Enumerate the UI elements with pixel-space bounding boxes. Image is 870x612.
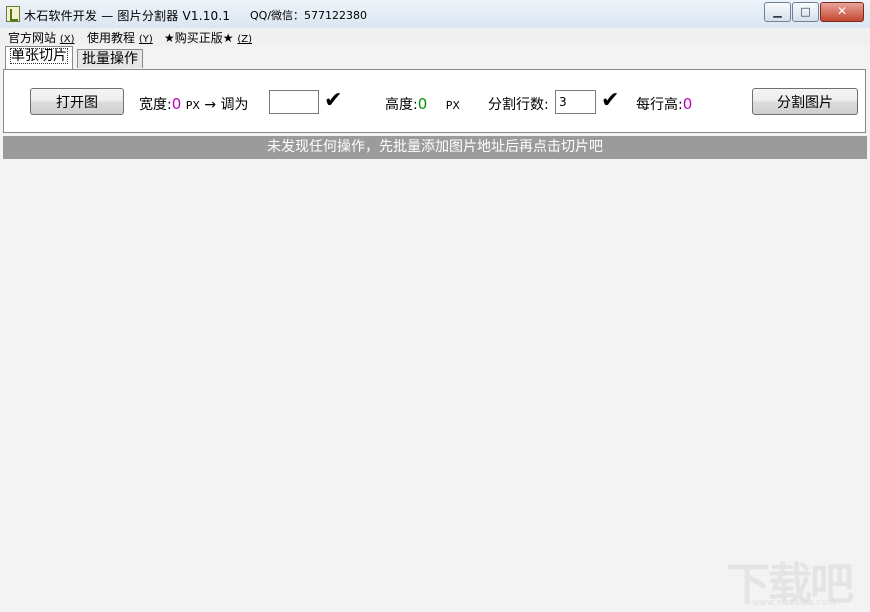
tab-batch[interactable]: 批量操作 (77, 49, 143, 68)
minimize-icon: ▁ (773, 5, 782, 18)
watermark-url: www.xiazaiba.com (752, 598, 836, 608)
row-height-value: 0 (682, 95, 693, 113)
open-image-button[interactable]: 打开图 (30, 88, 124, 115)
preview-area (3, 159, 867, 609)
menu-tutorial-hotkey: (Y) (138, 34, 153, 45)
tab-single-slice-label: 单张切片 (10, 48, 68, 64)
window-controls: ▁ □ ✕ (763, 2, 864, 22)
menu-buy[interactable]: ★购买正版★ (Z) (164, 29, 252, 46)
adjust-width-input[interactable] (269, 90, 319, 114)
toolbar-panel: 打开图 宽度:0 PX → 调为 ✔ 高度:0 PX 分割行数: ✔ 每行高:0… (3, 69, 866, 133)
confirm-rows-icon[interactable]: ✔ (601, 90, 619, 112)
row-height-group: 每行高:0 (636, 94, 692, 114)
title-bar: 木石软件开发 — 图片分割器 V1.10.1 QQ/微信：577122380 ▁… (0, 0, 870, 29)
height-value: 0 (417, 95, 428, 113)
tab-single-slice[interactable]: 单张切片 (5, 46, 73, 69)
height-label-group: 高度:0 PX (385, 94, 460, 114)
width-label-group: 宽度:0 PX → 调为 (139, 94, 249, 114)
window-title: 木石软件开发 — 图片分割器 V1.10.1 (24, 9, 231, 23)
app-icon[interactable] (6, 6, 20, 22)
minimize-button[interactable]: ▁ (764, 2, 791, 22)
tab-batch-label: 批量操作 (82, 51, 138, 67)
menu-tutorial[interactable]: 使用教程 (Y) (87, 29, 153, 46)
maximize-icon: □ (800, 5, 811, 18)
width-label: 宽度: (139, 97, 172, 113)
rows-input[interactable] (555, 90, 596, 114)
row-height-label: 每行高: (636, 97, 683, 113)
menu-tutorial-label: 使用教程 (87, 31, 136, 45)
menu-official-site-label: 官方网站 (8, 31, 57, 45)
maximize-button[interactable]: □ (792, 2, 819, 22)
rows-label: 分割行数: (488, 97, 549, 113)
width-value: 0 (171, 95, 182, 113)
adjust-label: → 调为 (204, 97, 249, 113)
menu-buy-label: ★购买正版★ (164, 31, 234, 45)
height-unit: PX (445, 99, 460, 112)
split-image-button[interactable]: 分割图片 (752, 88, 858, 115)
menu-buy-hotkey: (Z) (237, 34, 253, 45)
close-icon: ✕ (836, 4, 848, 18)
status-bar: 未发现任何操作，先批量添加图片地址后再点击切片吧 (3, 136, 867, 159)
menu-official-site-hotkey: (X) (59, 34, 75, 45)
watermark-logo: 下载吧 www.xiazaiba.com (726, 548, 866, 610)
height-label: 高度: (385, 97, 418, 113)
app-window: 木石软件开发 — 图片分割器 V1.10.1 QQ/微信：577122380 ▁… (0, 0, 870, 612)
tab-strip: 单张切片 批量操作 (0, 46, 870, 70)
menu-official-site[interactable]: 官方网站 (X) (8, 29, 75, 46)
width-unit: PX (185, 99, 200, 112)
contact-info: QQ/微信：577122380 (250, 9, 368, 22)
menu-bar: 官方网站 (X) 使用教程 (Y) ★购买正版★ (Z) (0, 28, 870, 46)
close-button[interactable]: ✕ (820, 2, 864, 22)
confirm-width-icon[interactable]: ✔ (324, 90, 342, 112)
